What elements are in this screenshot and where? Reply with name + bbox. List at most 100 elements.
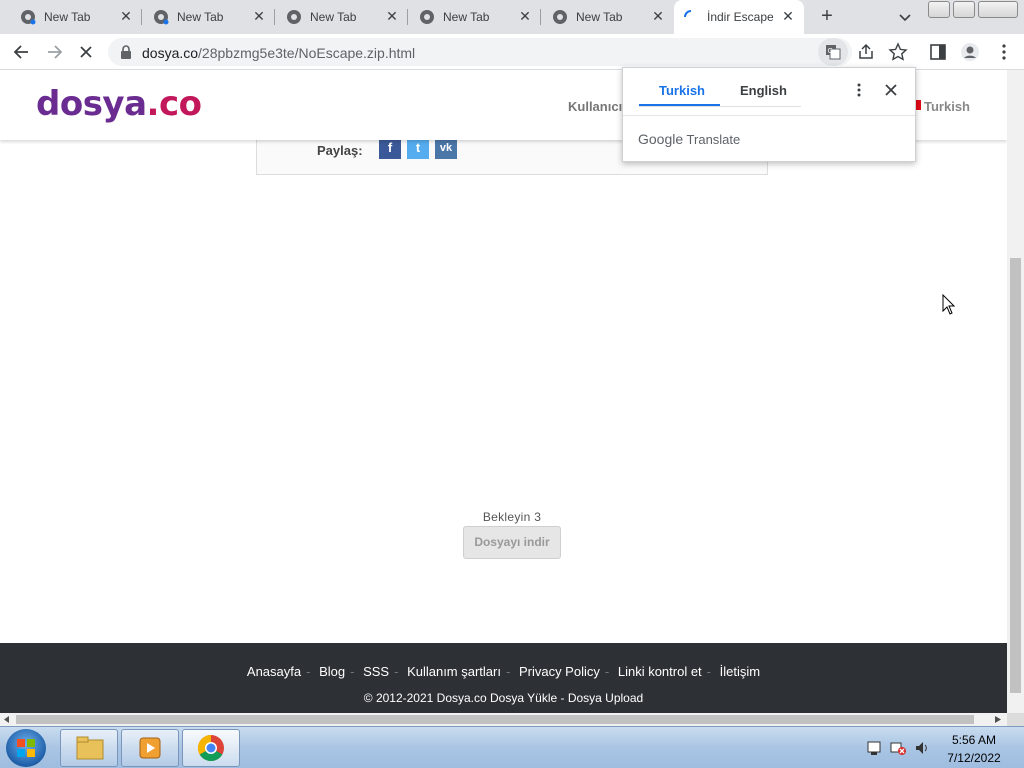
loading-spinner-icon — [684, 10, 692, 18]
page-viewport: dosya.co Kullanıcı Turkish Paylaş: f t v… — [0, 70, 1007, 713]
clock-time[interactable]: 5:56 AM — [944, 733, 1004, 747]
facebook-icon[interactable]: f — [379, 137, 401, 159]
tab-title: New Tab — [177, 10, 224, 24]
tab-title: New Tab — [443, 10, 490, 24]
vertical-scroll-thumb[interactable] — [1010, 258, 1021, 693]
close-icon[interactable]: ✕ — [780, 8, 796, 24]
translate-tab-target[interactable]: English — [740, 83, 787, 98]
tab-title: New Tab — [576, 10, 623, 24]
chrome-icon — [197, 734, 224, 762]
logo-main: dosya — [36, 84, 147, 124]
tab-title: İndir Escape — [707, 10, 774, 24]
footer-links: Anasayfa - Blog - SSS - Kullanım şartları - … — [246, 664, 761, 679]
translate-popup: Turkish English Google Translate — [622, 67, 916, 162]
taskbar: 5:56 AM 7/12/2022 — [0, 726, 1024, 768]
twitter-icon[interactable]: t — [407, 137, 429, 159]
close-icon[interactable]: ✕ — [251, 8, 267, 24]
horizontal-scroll-thumb[interactable] — [16, 715, 974, 724]
scroll-left-icon[interactable] — [4, 716, 10, 723]
download-file-button[interactable]: Dosyayı indir — [463, 526, 561, 559]
language-selector[interactable]: Turkish — [924, 99, 970, 114]
taskbar-chrome[interactable] — [182, 729, 240, 767]
chevron-down-icon[interactable] — [896, 8, 914, 26]
translate-page-button[interactable]: G — [818, 38, 848, 66]
bookmark-star-icon[interactable] — [888, 42, 908, 62]
copyright-text: © 2012-2021 Dosya.co Dosya Yükle - Dosya… — [363, 691, 644, 705]
chrome-icon — [420, 10, 434, 24]
tab-5[interactable]: New Tab ✕ — [532, 0, 672, 34]
tab-3[interactable]: New Tab ✕ — [266, 0, 406, 34]
footer-link-faq[interactable]: SSS — [363, 664, 389, 679]
close-icon[interactable]: ✕ — [384, 8, 400, 24]
chrome-icon — [287, 10, 301, 24]
chrome-icon — [154, 10, 169, 25]
lock-icon — [121, 45, 131, 59]
translate-divider — [623, 115, 915, 116]
footer-link-home[interactable]: Anasayfa — [247, 664, 301, 679]
kebab-menu-icon[interactable] — [853, 82, 865, 98]
forward-icon[interactable] — [44, 42, 64, 62]
taskbar-media-player[interactable] — [121, 729, 179, 767]
footer-link-blog[interactable]: Blog — [319, 664, 345, 679]
action-center-icon[interactable] — [866, 740, 882, 756]
tab-active[interactable]: İndir Escape ✕ — [674, 0, 804, 34]
window-close-button[interactable] — [978, 1, 1018, 18]
translate-wordmark: Translate — [686, 132, 741, 147]
translate-icon: G — [826, 45, 841, 60]
back-icon[interactable] — [12, 42, 32, 62]
tab-1[interactable]: New Tab ✕ — [0, 0, 140, 34]
nav-user-link[interactable]: Kullanıcı — [568, 99, 622, 114]
share-icon[interactable] — [856, 42, 876, 62]
kebab-menu-icon[interactable] — [994, 42, 1014, 62]
taskbar-explorer[interactable] — [60, 729, 118, 767]
chrome-icon — [21, 10, 36, 25]
close-icon[interactable]: ✕ — [517, 8, 533, 24]
maximize-button[interactable] — [953, 1, 975, 18]
url-text: dosya.co/28pbzmg5e3te/NoEscape.zip.html — [142, 45, 415, 61]
minimize-button[interactable] — [928, 1, 950, 18]
site-footer: Anasayfa - Blog - SSS - Kullanım şartları - … — [0, 643, 1007, 713]
google-translate-brand: Google Translate — [638, 131, 740, 147]
volume-icon[interactable] — [914, 740, 930, 756]
address-bar[interactable]: dosya.co/28pbzmg5e3te/NoEscape.zip.html — [108, 38, 852, 66]
footer-link-terms[interactable]: Kullanım şartları — [407, 664, 501, 679]
stop-loading-icon[interactable] — [76, 42, 96, 62]
footer-link-check[interactable]: Linki kontrol et — [618, 664, 702, 679]
horizontal-scrollbar[interactable] — [0, 713, 1007, 726]
site-logo[interactable]: dosya.co — [36, 84, 202, 124]
profile-avatar-icon[interactable] — [960, 42, 980, 62]
start-button[interactable] — [6, 729, 46, 767]
scroll-right-icon[interactable] — [995, 716, 1001, 723]
network-error-icon[interactable] — [890, 740, 906, 756]
browser-toolbar: dosya.co/28pbzmg5e3te/NoEscape.zip.html … — [0, 34, 1024, 70]
media-player-icon — [139, 737, 161, 759]
tab-strip: New Tab ✕ New Tab ✕ New Tab ✕ New Tab ✕ … — [0, 0, 1024, 34]
translate-tab-source[interactable]: Turkish — [659, 83, 705, 98]
footer-link-privacy[interactable]: Privacy Policy — [519, 664, 600, 679]
close-icon[interactable] — [885, 84, 897, 96]
close-icon[interactable]: ✕ — [118, 8, 134, 24]
side-panel-icon[interactable] — [928, 42, 948, 62]
tab-4[interactable]: New Tab ✕ — [399, 0, 539, 34]
clock-date[interactable]: 7/12/2022 — [944, 751, 1004, 765]
translate-tab-indicator — [639, 104, 720, 106]
chrome-icon — [553, 10, 567, 24]
new-tab-button[interactable]: + — [816, 6, 838, 28]
scrollbar-corner — [1007, 713, 1024, 726]
google-wordmark: Google — [638, 131, 684, 147]
folder-icon — [76, 736, 104, 760]
translate-tab-track — [639, 106, 801, 107]
vertical-scrollbar[interactable] — [1007, 70, 1024, 713]
tab-title: New Tab — [310, 10, 357, 24]
vk-icon[interactable]: vk — [435, 137, 457, 159]
tab-title: New Tab — [44, 10, 91, 24]
share-label: Paylaş: — [317, 143, 363, 158]
close-icon[interactable]: ✕ — [650, 8, 666, 24]
windows-logo-icon — [17, 739, 35, 757]
footer-link-contact[interactable]: İletişim — [720, 664, 760, 679]
tab-2[interactable]: New Tab ✕ — [133, 0, 273, 34]
svg-text:G: G — [828, 47, 833, 55]
countdown-text: Bekleyin 3 — [482, 510, 542, 524]
logo-suffix: .co — [146, 84, 202, 124]
url-host: dosya.co — [142, 45, 199, 61]
